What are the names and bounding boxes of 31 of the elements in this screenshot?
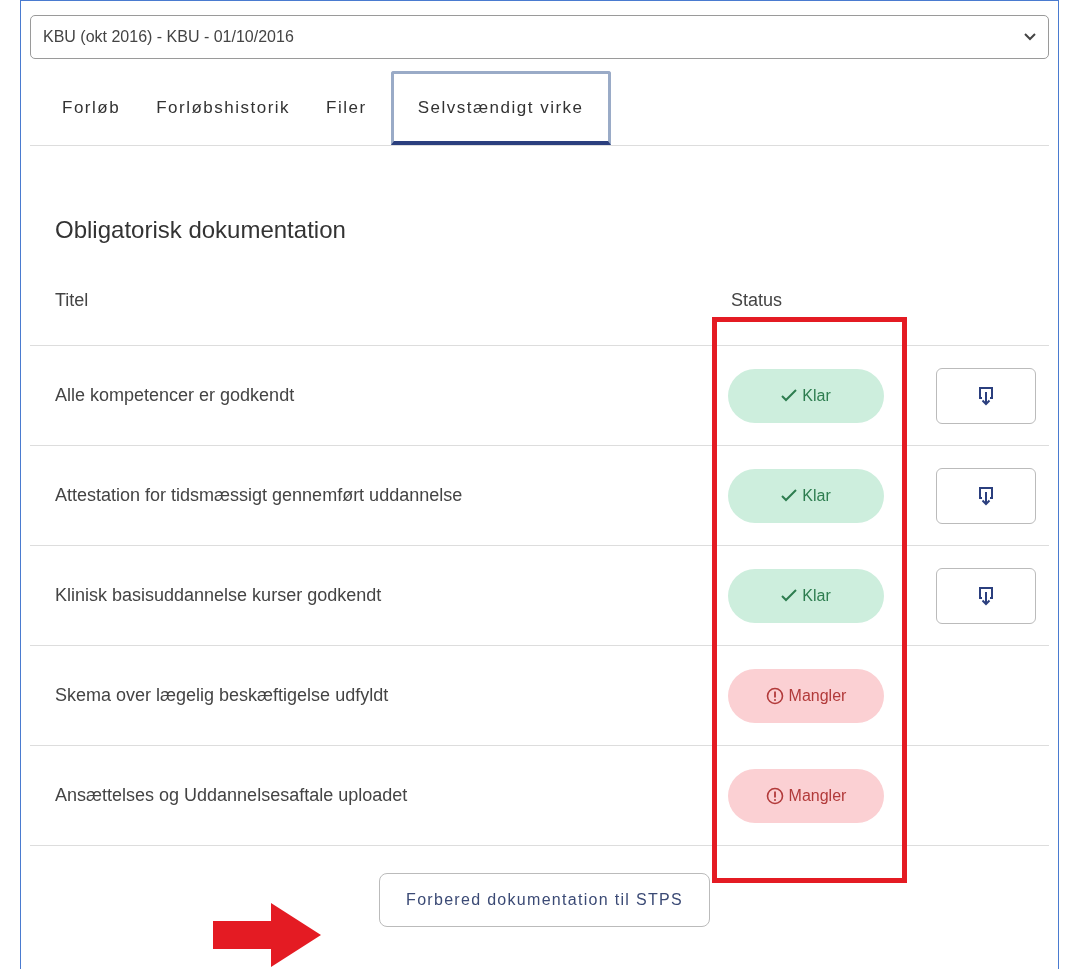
status-badge: Mangler <box>728 768 884 823</box>
download-button[interactable] <box>936 467 1036 524</box>
status-badge: Klar <box>728 368 884 423</box>
status-badge: Mangler <box>728 668 884 723</box>
download-icon <box>978 385 994 406</box>
warning-icon <box>765 786 784 805</box>
download-button[interactable] <box>936 567 1036 624</box>
download-button[interactable] <box>936 367 1036 424</box>
section-title: Obligatorisk dokumentation <box>55 215 347 245</box>
download-icon <box>978 585 994 606</box>
column-header: Status <box>731 289 783 312</box>
check-icon <box>781 489 798 502</box>
download-icon <box>978 485 994 506</box>
status-badge: Klar <box>728 468 884 523</box>
table-cell-text: Klinisk basisuddannelse kurser godkendt <box>54 584 383 607</box>
course-select[interactable]: KBU (okt 2016) - KBU - 01/10/2016 <box>30 15 1049 59</box>
table-cell-text: Ansættelses og Uddannelsesaftale uploadet <box>54 784 409 807</box>
warning-icon <box>765 686 784 705</box>
column-header: Titel <box>54 289 90 312</box>
check-icon <box>781 589 798 602</box>
table-cell-text: Attestation for tidsmæssigt gennemført uddannelse <box>54 484 464 507</box>
tab[interactable]: Forløb <box>44 71 139 145</box>
prepare-button[interactable]: Forbered dokumentation til STPS <box>379 873 710 927</box>
chevron-down-icon <box>1024 33 1036 41</box>
tab[interactable]: Selvstændigt virke <box>390 71 611 145</box>
table-cell-text: Skema over lægelig beskæftigelse udfyldt <box>54 684 390 707</box>
tab[interactable]: Filer <box>308 71 385 145</box>
check-icon <box>781 389 798 402</box>
tab[interactable]: Forløbshistorik <box>138 71 309 145</box>
table-cell-text: Alle kompetencer er godkendt <box>54 384 296 407</box>
status-badge: Klar <box>728 568 884 623</box>
